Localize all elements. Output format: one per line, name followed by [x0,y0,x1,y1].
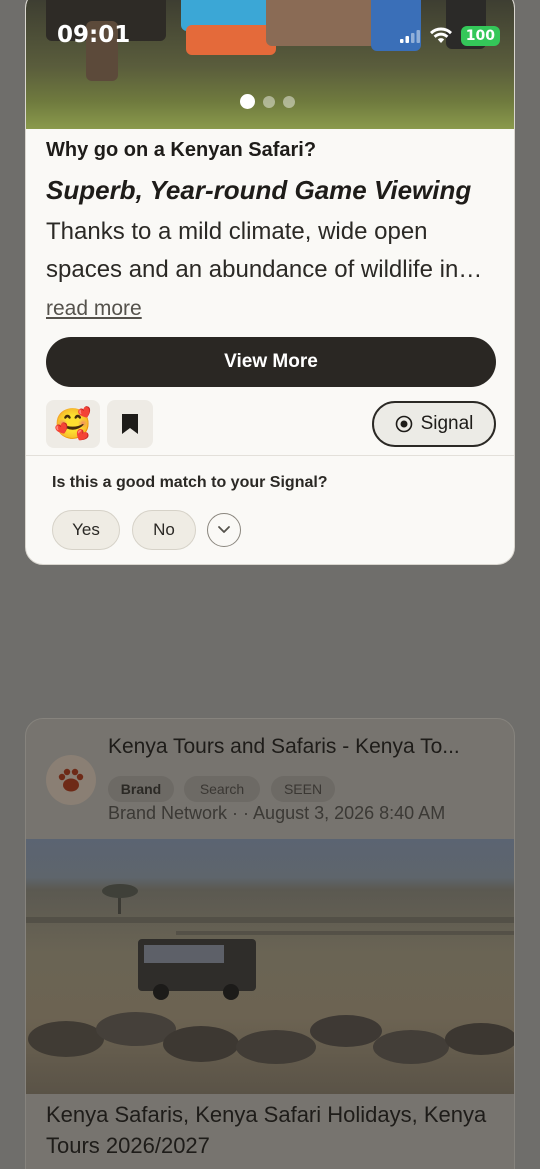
reaction-button[interactable]: 🥰 [46,400,100,448]
status-bar: 09:01 100 [0,0,540,72]
post-image[interactable] [26,839,514,1094]
bookmark-icon [122,414,138,434]
expand-button[interactable] [207,513,241,547]
signal-label: Signal [420,413,474,434]
safari-scene [26,884,514,1064]
view-more-button[interactable]: View More [46,337,496,387]
tag-seen: SEEN [271,776,335,802]
post-meta: Brand Network · · August 3, 2026 8:40 AM [108,803,446,823]
brand-avatar[interactable] [46,755,96,805]
paw-logo-icon [58,768,84,792]
carousel-dot[interactable] [283,95,295,108]
battery-icon: 100 [460,26,500,46]
status-time: 09:01 [57,22,131,48]
post-title[interactable]: Kenya Tours and Safaris - Kenya To... [108,735,460,759]
card-question: Why go on a Kenyan Safari? [46,139,317,161]
no-button[interactable]: No [132,510,196,550]
post-card[interactable]: Kenya Tours and Safaris - Kenya To... Br… [25,718,515,1169]
smiling-hearts-emoji: 🥰 [54,407,92,441]
tag-search: Search [184,776,260,802]
signal-button[interactable]: Signal [372,401,496,447]
signal-target-icon [395,415,412,433]
bookmark-button[interactable] [107,400,153,448]
yes-button[interactable]: Yes [52,510,120,550]
wifi-icon [429,27,452,43]
match-question: Is this a good match to your Signal? [52,474,328,491]
tag-brand: Brand [108,776,174,802]
carousel-dot[interactable] [263,95,275,108]
card-description: Thanks to a mild climate, wide open spac… [46,218,483,283]
carousel-dot-active[interactable] [240,94,255,109]
carousel-dots[interactable] [240,94,295,109]
status-icons: 100 [399,26,500,46]
card-headline: Superb, Year-round Game Viewing [46,175,472,205]
divider [26,455,514,456]
read-more-link[interactable]: read more [46,297,142,321]
signal-bars-icon [399,30,420,43]
post-card-highlighted: Why go on a Kenyan Safari? Superb, Year-… [25,0,515,565]
post-heading[interactable]: Kenya Safaris, Kenya Safari Holidays, Ke… [46,1099,496,1161]
chevron-down-icon [218,526,230,533]
